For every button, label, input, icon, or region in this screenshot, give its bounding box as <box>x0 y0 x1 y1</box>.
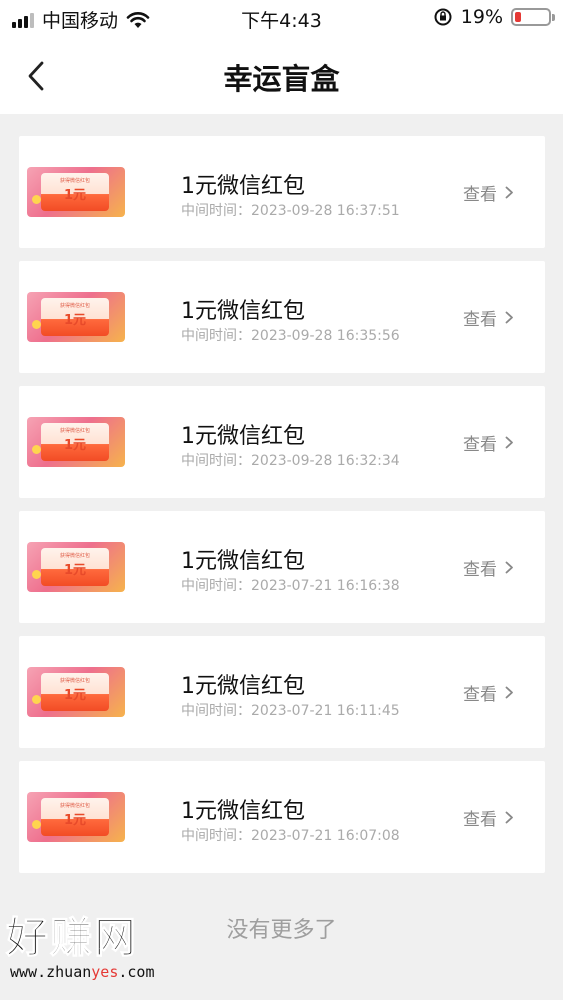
envelope-icon: 获得微信红包 1元 <box>41 673 109 711</box>
view-button[interactable]: 查看 <box>463 805 514 830</box>
view-button[interactable]: 查看 <box>463 555 514 580</box>
watermark-url-suffix: .com <box>118 963 155 981</box>
record-card[interactable]: 获得微信红包 1元 1元微信红包 中间时间：2023-09-28 16:32:3… <box>19 386 545 498</box>
thumb-amount: 1元 <box>63 688 87 703</box>
battery-fill <box>515 12 522 22</box>
view-label: 查看 <box>463 685 497 705</box>
battery-icon <box>511 8 555 26</box>
site-watermark: 好赚网 www.zhuanyes.com <box>6 913 196 994</box>
thumb-caption: 获得微信红包 <box>59 678 90 684</box>
thumb-caption: 获得微信红包 <box>59 178 90 184</box>
record-title: 1元微信红包 <box>181 299 305 324</box>
record-time: 中间时间：2023-09-28 16:37:51 <box>181 203 400 219</box>
chevron-right-icon <box>505 436 513 449</box>
view-button[interactable]: 查看 <box>463 680 514 705</box>
page-title: 幸运盲盒 <box>223 62 340 96</box>
record-title: 1元微信红包 <box>181 674 305 699</box>
chevron-right-icon <box>505 686 513 699</box>
view-label: 查看 <box>463 560 497 580</box>
envelope-icon: 获得微信红包 1元 <box>41 798 109 836</box>
red-packet-thumbnail: 获得微信红包 1元 <box>27 417 125 467</box>
thumb-amount: 1元 <box>63 813 87 828</box>
thumb-amount: 1元 <box>63 438 87 453</box>
record-list: 获得微信红包 1元 1元微信红包 中间时间：2023-09-28 16:37:5… <box>19 136 545 886</box>
thumb-caption: 获得微信红包 <box>59 428 90 434</box>
record-card[interactable]: 获得微信红包 1元 1元微信红包 中间时间：2023-09-28 16:35:5… <box>19 261 545 373</box>
red-packet-thumbnail: 获得微信红包 1元 <box>27 292 125 342</box>
watermark-url: www.zhuanyes.com <box>6 962 196 982</box>
orientation-lock-icon <box>434 8 452 26</box>
red-packet-thumbnail: 获得微信红包 1元 <box>27 167 125 217</box>
view-label: 查看 <box>463 810 497 830</box>
record-card[interactable]: 获得微信红包 1元 1元微信红包 中间时间：2023-09-28 16:37:5… <box>19 136 545 248</box>
thumb-caption: 获得微信红包 <box>59 553 90 559</box>
record-time: 中间时间：2023-09-28 16:35:56 <box>181 328 400 344</box>
view-button[interactable]: 查看 <box>463 180 514 205</box>
coin-icon <box>32 820 41 829</box>
red-packet-thumbnail: 获得微信红包 1元 <box>27 792 125 842</box>
view-label: 查看 <box>463 435 497 455</box>
nav-bar: 幸运盲盒 <box>0 38 563 114</box>
thumb-caption: 获得微信红包 <box>59 803 90 809</box>
chevron-right-icon <box>505 561 513 574</box>
record-time: 中间时间：2023-07-21 16:16:38 <box>181 578 400 594</box>
watermark-url-highlight: yes <box>91 963 119 981</box>
record-time: 中间时间：2023-09-28 16:32:34 <box>181 453 400 469</box>
envelope-icon: 获得微信红包 1元 <box>41 548 109 586</box>
status-right: 19% <box>433 6 555 28</box>
envelope-icon: 获得微信红包 1元 <box>41 423 109 461</box>
envelope-icon: 获得微信红包 1元 <box>41 298 109 336</box>
view-button[interactable]: 查看 <box>463 430 514 455</box>
watermark-name: 好赚网 <box>6 913 139 962</box>
red-packet-thumbnail: 获得微信红包 1元 <box>27 667 125 717</box>
status-bar: 中国移动 下午4:43 19% <box>0 0 563 38</box>
thumb-caption: 获得微信红包 <box>59 303 90 309</box>
chevron-right-icon <box>505 311 513 324</box>
red-packet-thumbnail: 获得微信红包 1元 <box>27 542 125 592</box>
thumb-amount: 1元 <box>63 563 87 578</box>
coin-icon <box>32 445 41 454</box>
record-time: 中间时间：2023-07-21 16:11:45 <box>181 703 400 719</box>
record-card[interactable]: 获得微信红包 1元 1元微信红包 中间时间：2023-07-21 16:16:3… <box>19 511 545 623</box>
watermark-url-prefix: www.zhuan <box>10 963 92 981</box>
thumb-amount: 1元 <box>63 188 87 203</box>
record-card[interactable]: 获得微信红包 1元 1元微信红包 中间时间：2023-07-21 16:11:4… <box>19 636 545 748</box>
coin-icon <box>32 320 41 329</box>
chevron-right-icon <box>505 811 513 824</box>
view-label: 查看 <box>463 185 497 205</box>
record-card[interactable]: 获得微信红包 1元 1元微信红包 中间时间：2023-07-21 16:07:0… <box>19 761 545 873</box>
thumb-amount: 1元 <box>63 313 87 328</box>
record-time: 中间时间：2023-07-21 16:07:08 <box>181 828 400 844</box>
record-title: 1元微信红包 <box>181 174 305 199</box>
coin-icon <box>32 195 41 204</box>
coin-icon <box>32 570 41 579</box>
chevron-right-icon <box>505 186 513 199</box>
record-title: 1元微信红包 <box>181 549 305 574</box>
coin-icon <box>32 695 41 704</box>
battery-percent: 19% <box>460 6 503 28</box>
envelope-icon: 获得微信红包 1元 <box>41 173 109 211</box>
view-button[interactable]: 查看 <box>463 305 514 330</box>
view-label: 查看 <box>463 310 497 330</box>
record-title: 1元微信红包 <box>181 424 305 449</box>
record-title: 1元微信红包 <box>181 799 305 824</box>
